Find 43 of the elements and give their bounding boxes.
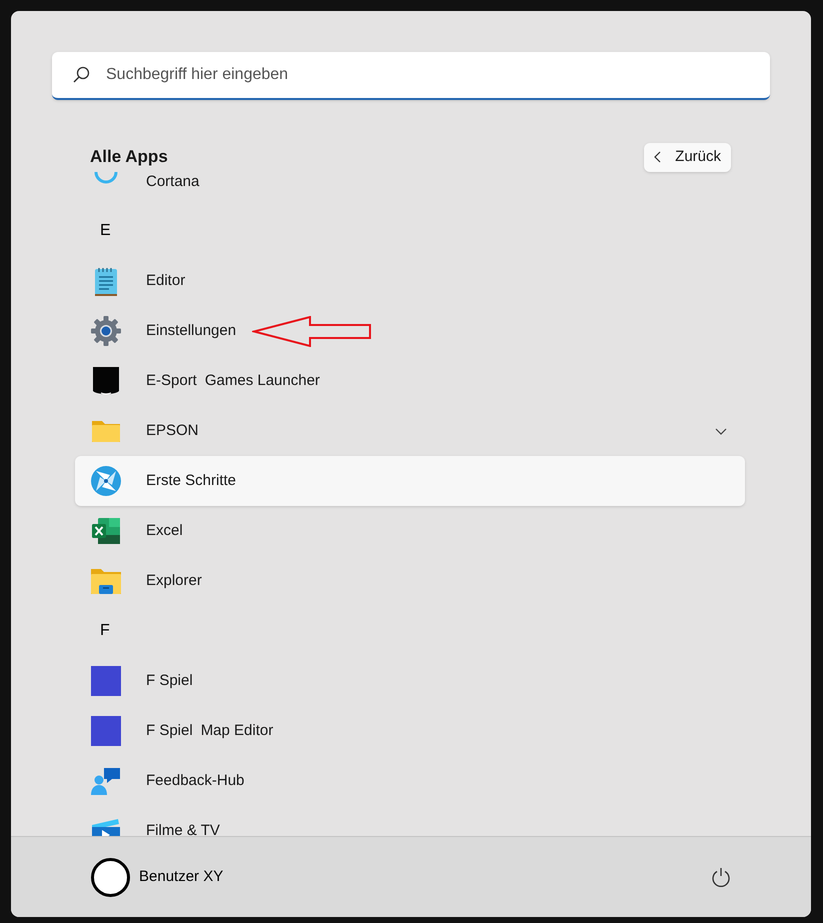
- app-item[interactable]: Einstellungen: [75, 306, 745, 356]
- app-item[interactable]: Editor: [75, 256, 745, 306]
- app-name: Feedback-Hub: [146, 770, 244, 791]
- letter-heading: E: [100, 221, 111, 241]
- search-icon: [72, 66, 90, 84]
- app-item[interactable]: Erste Schritte: [75, 456, 745, 506]
- app-name: Cortana: [146, 172, 200, 192]
- feedback-icon: [90, 765, 122, 797]
- search-field[interactable]: Suchbegriff hier eingeben: [106, 63, 770, 87]
- letter-heading: F: [100, 621, 110, 641]
- app-item[interactable]: EPSON: [75, 406, 745, 456]
- app-name: E-Sport: [146, 370, 197, 391]
- app-name: F Spiel: [146, 670, 193, 691]
- compass-icon: [90, 465, 122, 497]
- app-item[interactable]: F Spiel: [75, 656, 745, 706]
- square-icon: [90, 665, 122, 697]
- app-item[interactable]: Cortana: [75, 172, 745, 206]
- app-name: Filme & TV: [146, 820, 220, 836]
- square-icon: [90, 715, 122, 747]
- app-item[interactable]: Excel: [75, 506, 745, 556]
- app-name: Erste Schritte: [146, 470, 236, 491]
- gear-icon: [90, 315, 122, 347]
- app-name: Explorer: [146, 570, 202, 591]
- app-name: EPSON: [146, 420, 199, 441]
- app-name: Einstellungen: [146, 320, 236, 341]
- user-name: Benutzer XY: [139, 866, 224, 887]
- app-item[interactable]: F Spiel Map Editor: [75, 706, 745, 756]
- app-name: F Spiel: [146, 720, 193, 741]
- app-name: Editor: [146, 270, 186, 291]
- section-title: Alle Apps: [90, 146, 168, 168]
- search-bar[interactable]: Suchbegriff hier eingeben: [52, 52, 770, 100]
- chevron-left-icon: [654, 151, 662, 163]
- device-icon: [90, 365, 122, 397]
- app-item[interactable]: Feedback-Hub: [75, 756, 745, 806]
- app-name: Excel: [146, 520, 183, 541]
- back-button[interactable]: Zurück: [644, 142, 731, 172]
- spreadsheet-icon: [90, 515, 122, 547]
- app-item[interactable]: E-Sport Games Launcher: [75, 356, 745, 406]
- app-item[interactable]: Explorer: [75, 556, 745, 606]
- app-name-suffix: Map Editor: [200, 720, 274, 741]
- app-name-suffix: Games Launcher: [204, 370, 320, 391]
- power-icon[interactable]: [711, 867, 731, 887]
- avatar[interactable]: [91, 858, 130, 896]
